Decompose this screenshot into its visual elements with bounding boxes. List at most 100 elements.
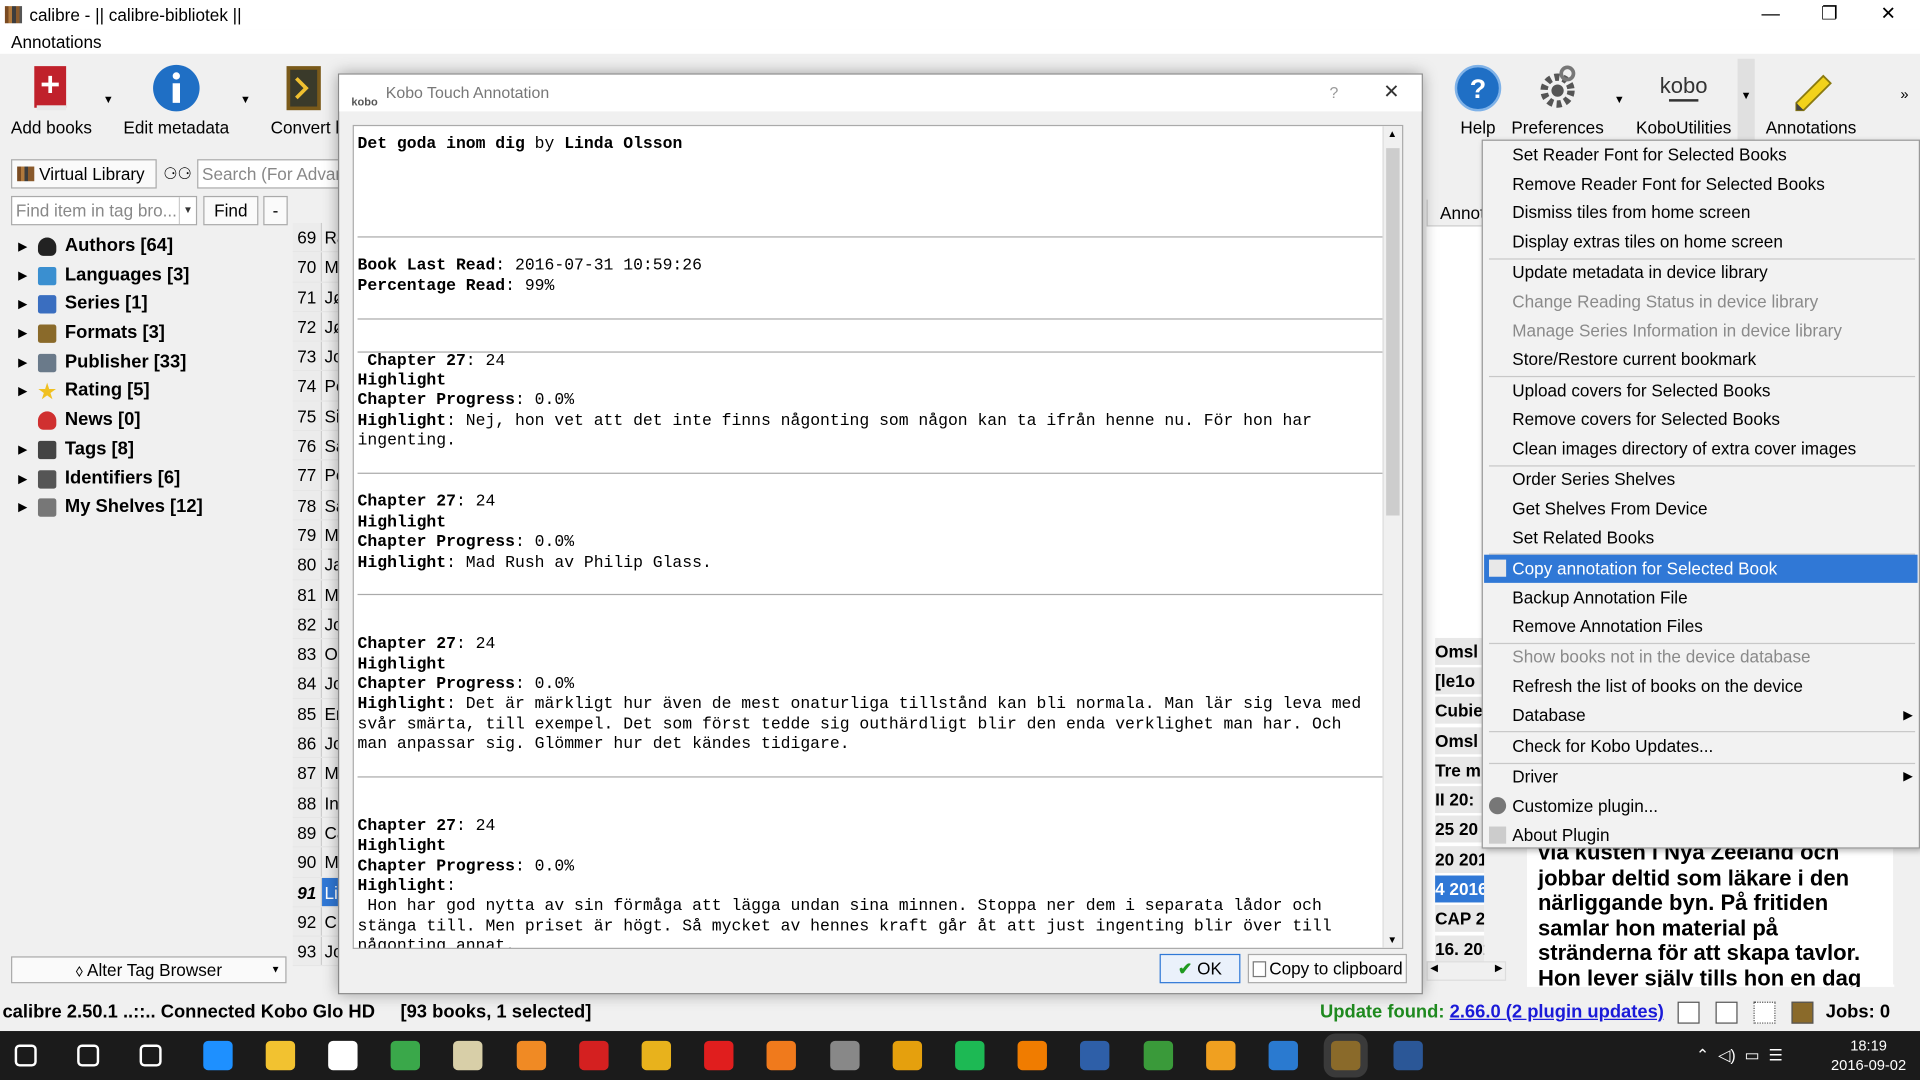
minimize-button[interactable]: —	[1741, 0, 1800, 29]
horizontal-scrollbar[interactable]: ◀ ▶	[1426, 961, 1507, 981]
notifications-icon[interactable]: ☰	[1768, 1046, 1782, 1064]
table-row[interactable]: 70 M	[292, 252, 342, 283]
table-cell[interactable]: Omsl	[1435, 727, 1485, 755]
tools-icon[interactable]	[1205, 1040, 1236, 1071]
cover-icon[interactable]	[1715, 1001, 1738, 1024]
update-link[interactable]: 2.66.0 (2 plugin updates)	[1450, 1002, 1664, 1023]
annotation-content[interactable]: Det goda inom dig by Linda Olsson Book La…	[352, 124, 1404, 949]
annotation-scrollbar[interactable]: ▲ ▼	[1382, 126, 1403, 948]
explorer-icon[interactable]	[265, 1040, 295, 1071]
tag-category[interactable]: ▶ Series [1]	[11, 291, 290, 320]
table-row[interactable]: 89Ca	[292, 817, 342, 848]
table-row[interactable]: 74Pe	[292, 371, 342, 402]
menu-item[interactable]: Backup Annotation File	[1484, 583, 1917, 611]
tag-category[interactable]: ▶ Formats [3]	[11, 320, 290, 349]
tag-category[interactable]: News [0]	[11, 407, 290, 436]
close-button[interactable]: ✕	[1859, 0, 1918, 29]
table-row[interactable]: 80 Ja	[292, 550, 342, 580]
table-cell[interactable]: CAP 2 C	[1435, 904, 1485, 932]
table-row[interactable]: 84 Jo	[292, 669, 342, 699]
maximize-button[interactable]: ❐	[1800, 0, 1859, 29]
menu-item[interactable]: Driver ▶	[1484, 763, 1917, 791]
media-icon[interactable]	[516, 1040, 546, 1071]
edit-metadata-button[interactable]: Edit metadata ▼	[118, 56, 251, 139]
task-view-icon[interactable]	[140, 1044, 163, 1067]
chrome-canary-icon[interactable]	[390, 1040, 421, 1071]
expand-icon[interactable]: ▶	[18, 291, 26, 318]
help-button[interactable]: ? Help	[1450, 56, 1506, 139]
scrollbar-thumb[interactable]	[1386, 148, 1400, 516]
expand-icon[interactable]: ▶	[18, 465, 26, 492]
table-row[interactable]: 86 Jo	[292, 728, 342, 759]
table-cell[interactable]: 16. 2016	[1435, 935, 1485, 963]
battery-icon[interactable]: ▭	[1745, 1046, 1760, 1064]
table-row[interactable]: 82 Jo	[292, 609, 342, 640]
chevron-up-icon[interactable]: ⌃	[1696, 1046, 1709, 1064]
table-row[interactable]: 90 M	[292, 847, 342, 878]
menu-item[interactable]: Set Related Books	[1484, 524, 1917, 552]
menu-item[interactable]: Copy annotation for Selected Book	[1484, 554, 1918, 583]
plex-icon[interactable]	[892, 1040, 922, 1071]
menu-item[interactable]: Get Shelves From Device	[1484, 495, 1917, 523]
kobo-utilities-button[interactable]: kobo KoboUtilities	[1633, 56, 1733, 139]
add-books-dropdown-icon[interactable]: ▼	[103, 93, 114, 105]
start-icon[interactable]	[14, 1044, 37, 1067]
menu-item[interactable]: Check for Kobo Updates...	[1484, 732, 1917, 760]
find-dropdown-icon[interactable]: ▼	[178, 197, 196, 225]
browser-icon[interactable]	[1268, 1040, 1298, 1071]
menu-item[interactable]: Database ▶	[1484, 701, 1917, 729]
table-row[interactable]: 78Sa	[292, 490, 342, 521]
lock-icon[interactable]	[829, 1040, 860, 1071]
jobs-indicator[interactable]: Jobs: 0	[1826, 997, 1890, 1029]
table-row[interactable]: 79 M	[292, 520, 342, 551]
table-cell[interactable]: 25 20	[1435, 815, 1485, 843]
expand-icon[interactable]: ▶	[18, 436, 26, 463]
menu-item[interactable]: Remove covers for Selected Books	[1484, 406, 1917, 434]
edge-icon[interactable]	[202, 1040, 233, 1071]
menu-item[interactable]: Remove Reader Font for Selected Books	[1484, 170, 1917, 198]
table-row[interactable]: 72Jø	[292, 312, 342, 342]
word-icon[interactable]	[1393, 1040, 1424, 1071]
table-row[interactable]: 77Pe	[292, 460, 342, 491]
tag-edit-icon[interactable]	[1677, 1001, 1700, 1024]
firefox-icon[interactable]	[767, 1040, 797, 1071]
ok-button[interactable]: ✔ OK	[1159, 953, 1241, 984]
menu-item[interactable]: Update metadata in device library	[1484, 259, 1917, 287]
expand-icon[interactable]: ▶	[18, 262, 26, 289]
expand-icon[interactable]: ▶	[18, 378, 26, 405]
menu-annotations[interactable]: Annotations	[11, 32, 102, 52]
find-button[interactable]: Find	[203, 195, 259, 226]
menu-item[interactable]: Display extras tiles on home screen	[1484, 228, 1917, 256]
virtual-library-button[interactable]: Virtual Library	[11, 159, 157, 189]
store-icon[interactable]	[328, 1040, 358, 1071]
tag-category[interactable]: ▶ Authors [64]	[11, 233, 290, 262]
menu-item[interactable]: Set Reader Font for Selected Books	[1484, 141, 1917, 169]
alter-tag-browser-button[interactable]: ⬨ Alter Tag Browser ▼	[11, 956, 287, 984]
tag-category[interactable]: ▶ Tags [8]	[11, 436, 290, 465]
volume-icon[interactable]: ◁)	[1718, 1046, 1736, 1064]
search-input[interactable]: Search (For Advan	[197, 159, 345, 189]
table-row[interactable]: 91 Li	[292, 877, 342, 908]
table-cell[interactable]: Tre m	[1435, 756, 1485, 784]
menu-item[interactable]: Customize plugin...	[1484, 792, 1917, 820]
table-cell[interactable]: [le1o	[1435, 667, 1485, 695]
convert-books-button[interactable]: Convert b	[262, 56, 345, 139]
table-row[interactable]: 92 Cl	[292, 907, 342, 937]
tag-category[interactable]: ▶ My Shelves [12]	[11, 494, 290, 523]
calibre-icon[interactable]	[1331, 1040, 1361, 1071]
table-row[interactable]: 69Ra	[292, 222, 342, 253]
word-alt-icon[interactable]	[1080, 1040, 1110, 1071]
dialog-help-button[interactable]: ?	[1330, 75, 1339, 112]
table-row[interactable]: 93 Jo	[292, 936, 342, 967]
menu-item[interactable]: Order Series Shelves	[1484, 466, 1917, 494]
expand-icon[interactable]: ▶	[18, 494, 26, 521]
table-row[interactable]: 87 M	[292, 758, 342, 789]
scroll-up-icon[interactable]: ▲	[1387, 129, 1397, 140]
vlc-icon[interactable]	[1017, 1040, 1048, 1071]
table-row[interactable]: 85 Er	[292, 698, 342, 729]
table-row[interactable]: 71Jø	[292, 282, 342, 313]
spotify-icon[interactable]	[955, 1040, 985, 1071]
tag-category[interactable]: ▶ Identifiers [6]	[11, 465, 290, 494]
book-details-icon[interactable]	[1791, 1001, 1814, 1024]
collapse-button[interactable]: -	[263, 195, 288, 226]
